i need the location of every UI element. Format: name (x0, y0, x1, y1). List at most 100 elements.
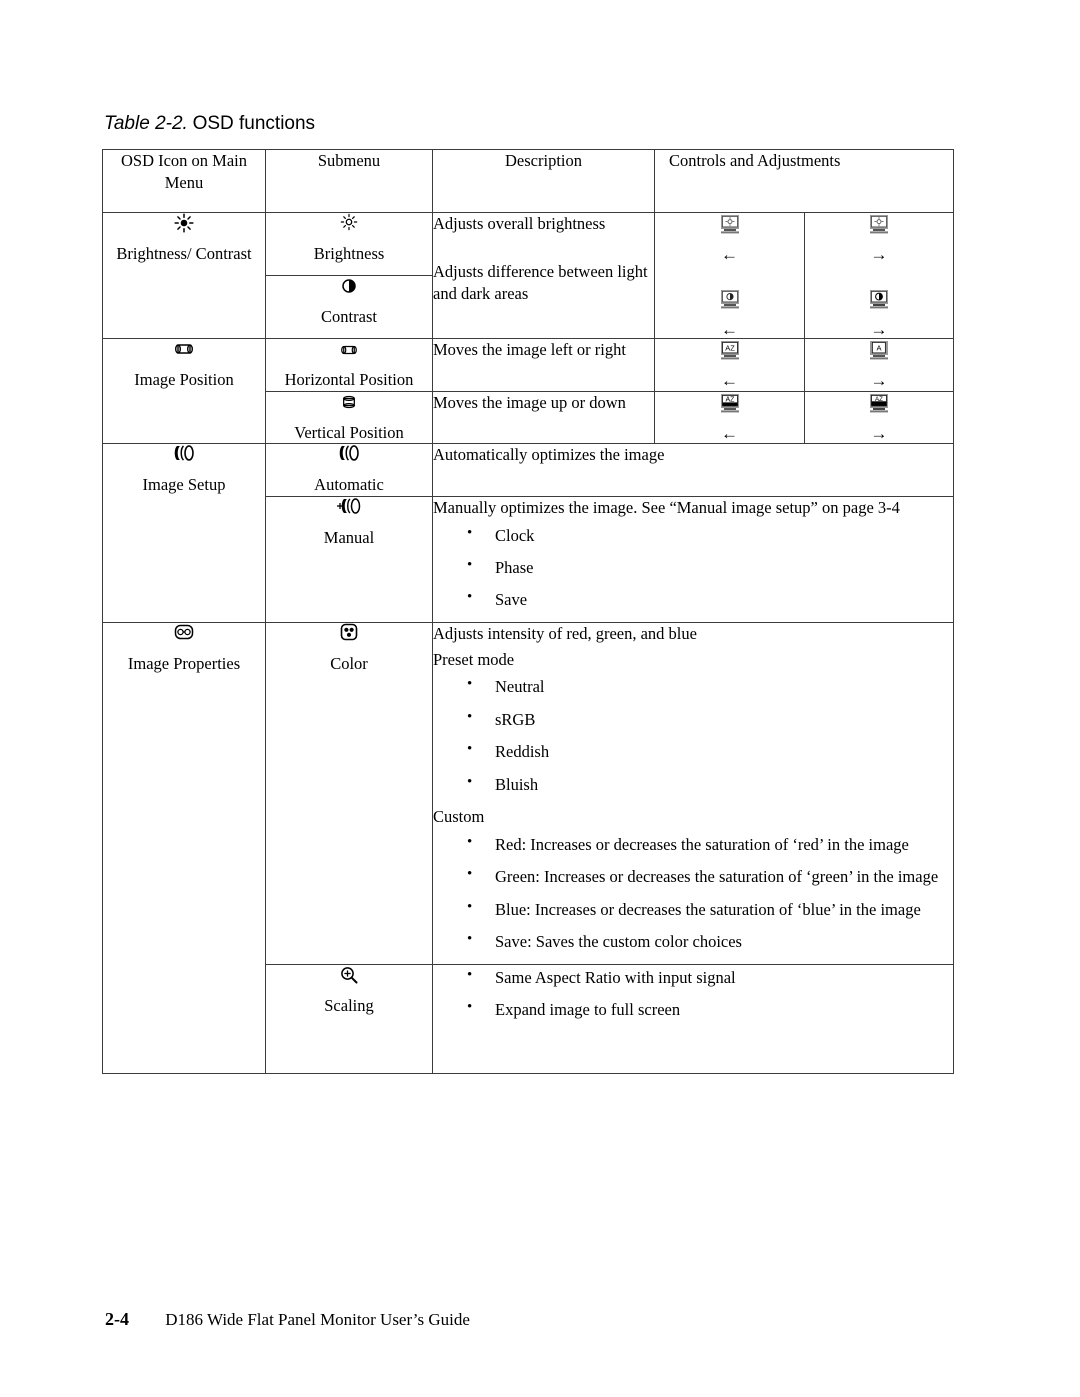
table-row-horizontal-position: Image Position Horizontal Position Moves… (102, 338, 955, 445)
left-arrow-icon: ← (721, 423, 738, 443)
list-item: Neutral (433, 675, 953, 697)
preset-mode-bullet-list: Neutral sRGB Reddish Bluish (433, 675, 953, 795)
table-caption-text: OSD functions (192, 113, 316, 134)
submenu-label-automatic: Automatic (314, 475, 384, 495)
submenu-cell-horizontal-position: Horizontal Position (265, 338, 433, 392)
vertical-cylinder-icon (266, 392, 432, 418)
control-group-brightness-increase: → (805, 213, 953, 263)
description-vertical-position: Moves the image up or down (433, 392, 626, 412)
right-arrow-icon: → (870, 320, 888, 340)
submenu-label-contrast: Contrast (321, 307, 377, 327)
description-cell-automatic: Automatically optimizes the image (431, 443, 955, 497)
list-item: Bluish (433, 773, 953, 795)
menu-label-image-position: Image Position (134, 370, 234, 390)
control-group-brightness-decrease: ← (655, 213, 804, 263)
list-item: sRGB (433, 708, 953, 730)
preset-mode-heading: Preset mode (433, 649, 515, 669)
control-group-vertical-left: AZ ← (655, 392, 804, 442)
monitor-brightness-icon (868, 214, 890, 235)
list-item: Same Aspect Ratio with input signal (433, 966, 953, 988)
submenu-label-manual: Manual (323, 527, 375, 547)
submenu-label-horizontal-position: Horizontal Position (284, 370, 414, 390)
monitor-az-horizontal-icon: AZ (719, 340, 741, 361)
list-item: Red: Increases or decreases the saturati… (433, 833, 953, 855)
table-caption-number: Table 2-2. (104, 113, 188, 134)
monitor-brightness-icon (719, 214, 741, 235)
menu-cell-image-properties: Image Properties (102, 621, 266, 1074)
control-group-horizontal-left: AZ ← (655, 339, 804, 389)
table-row-color: Image Properties Color Adjusts intensity… (102, 621, 955, 1074)
description-cell-color: Adjusts intensity of red, green, and blu… (431, 621, 955, 965)
submenu-cell-automatic: Automatic (265, 443, 433, 497)
submenu-label-color: Color (330, 653, 368, 673)
document-page: Table 2-2. OSD functions OSD Icon on Mai… (0, 0, 1080, 1397)
control-group-vertical-right: AZ → (805, 392, 953, 442)
submenu-cell-contrast: Contrast (265, 275, 433, 340)
left-arrow-icon: ← (721, 320, 738, 340)
menu-cell-image-position: Image Position (102, 338, 266, 445)
menu-label-brightness-contrast: Brightness/ Contrast (116, 244, 252, 263)
description-cell-horizontal-position: Moves the image left or right (432, 338, 655, 392)
submenu-label-scaling: Scaling (324, 995, 374, 1015)
image-setup-icon (103, 444, 265, 470)
description-manual: Manually optimizes the image. See “Manua… (433, 497, 900, 517)
manual-bullet-list: Clock Phase Save (433, 523, 953, 611)
control-cell-horizontal-position-right: A → (803, 338, 955, 392)
right-arrow-icon: → (870, 244, 888, 264)
submenu-cell-brightness: Brightness (265, 211, 433, 277)
description-automatic: Automatically optimizes the image (433, 445, 665, 465)
control-group-contrast-decrease: ← (655, 289, 804, 340)
table-row-automatic: Image Setup Automatic Automatically opti… (102, 443, 955, 623)
right-arrow-icon: → (870, 423, 888, 443)
list-item: Clock (433, 523, 953, 546)
footer-guide-title: D186 Wide Flat Panel Monitor User’s Guid… (165, 1310, 470, 1329)
menu-label-image-properties: Image Properties (127, 653, 241, 673)
monitor-contrast-icon (868, 289, 890, 310)
color-dots-icon (266, 623, 432, 649)
submenu-label-brightness: Brightness (313, 244, 385, 263)
menu-cell-brightness-contrast: Brightness/ Contrast (102, 211, 266, 340)
control-cell-brightness-contrast-increase: → → (803, 211, 955, 340)
sun-icon (103, 213, 265, 239)
description-contrast: Adjusts difference between light and dar… (433, 261, 648, 303)
header-description: Description (432, 149, 655, 213)
menu-cell-image-setup: Image Setup (102, 443, 266, 623)
svg-text:AZ: AZ (725, 344, 735, 353)
description-color: Adjusts intensity of red, green, and blu… (433, 623, 697, 643)
custom-heading: Custom (433, 807, 485, 827)
osd-functions-table: OSD Icon on Main Menu Submenu Descriptio… (102, 149, 955, 1074)
header-submenu: Submenu (265, 149, 433, 213)
right-arrow-icon: → (870, 371, 888, 391)
control-group-horizontal-right: A → (805, 339, 953, 389)
description-cell-vertical-position: Moves the image up or down (432, 390, 655, 445)
list-item: Reddish (433, 740, 953, 762)
submenu-cell-vertical-position: Vertical Position (265, 390, 433, 445)
svg-text:AZ: AZ (725, 396, 735, 403)
image-properties-icon (103, 623, 265, 649)
list-item: Phase (433, 556, 953, 578)
list-item: Green: Increases or decreases the satura… (433, 865, 953, 887)
list-item: Expand image to full screen (433, 998, 953, 1020)
list-item: Save: Saves the custom color choices (433, 930, 953, 952)
image-setup-manual-icon (266, 497, 432, 523)
description-cell-brightness-contrast: Adjusts overall brightness Adjusts diffe… (432, 211, 655, 340)
monitor-az-vertical-icon: AZ (719, 393, 741, 414)
monitor-az-vertical-icon: AZ (868, 393, 890, 414)
footer-page-number: 2-4 (105, 1309, 129, 1329)
table-header-row: OSD Icon on Main Menu Submenu Descriptio… (102, 149, 955, 213)
control-cell-brightness-contrast-decrease: ← ← (654, 211, 805, 340)
image-setup-icon (266, 444, 432, 470)
description-cell-manual: Manually optimizes the image. See “Manua… (431, 495, 955, 623)
description-cell-scaling: Same Aspect Ratio with input signal Expa… (431, 963, 955, 1074)
submenu-cell-scaling: Scaling (265, 963, 433, 1074)
control-cell-vertical-position-right: AZ → (803, 390, 955, 445)
monitor-az-horizontal-icon: A (868, 340, 890, 361)
sun-icon (266, 213, 432, 239)
table-row-brightness: Brightness/ Contrast Brightness Adjusts … (102, 211, 955, 340)
magnifier-plus-icon (266, 965, 432, 991)
custom-bullet-list: Red: Increases or decreases the saturati… (433, 833, 953, 953)
description-horizontal-position: Moves the image left or right (433, 340, 626, 360)
monitor-contrast-icon (719, 289, 741, 310)
control-cell-horizontal-position-left: AZ ← (654, 338, 805, 392)
description-brightness: Adjusts overall brightness (433, 214, 606, 233)
